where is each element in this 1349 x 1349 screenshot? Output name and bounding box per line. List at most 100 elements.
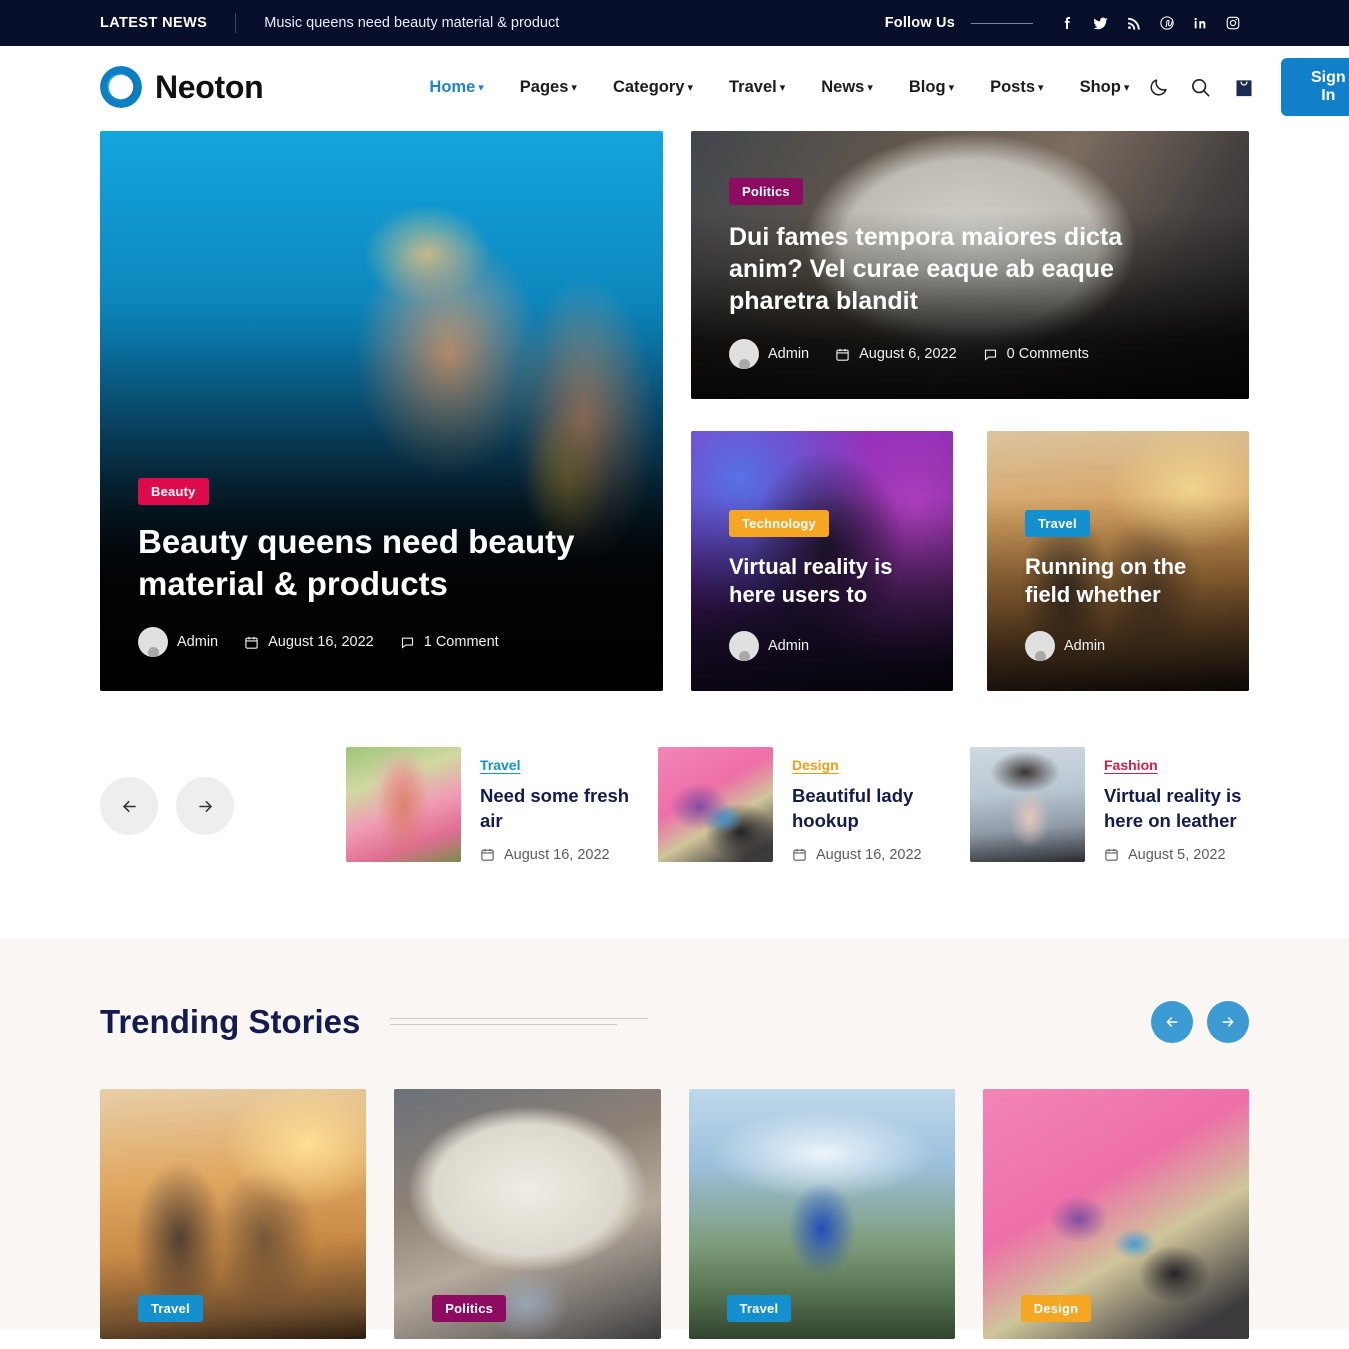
post-text: Fashion Virtual reality is here on leath… (1104, 747, 1274, 863)
carousel-prev-button[interactable] (100, 777, 158, 835)
date-meta: August 16, 2022 (244, 634, 374, 650)
author-name: Admin (768, 638, 810, 654)
pinterest-icon[interactable] (1150, 12, 1183, 34)
carousel-item[interactable]: Fashion Virtual reality is here on leath… (970, 747, 1282, 863)
chevron-down-icon: ▾ (687, 81, 693, 94)
post-title[interactable]: Virtual reality is here on leather (1104, 784, 1274, 834)
main-nav: Home ▾ Pages ▾ Category ▾ Travel ▾ News … (411, 78, 1147, 97)
carousel-next-button[interactable] (176, 777, 234, 835)
post-text: Design Beautiful lady hookup August 16, … (792, 747, 962, 863)
moon-icon[interactable] (1147, 74, 1169, 100)
category-badge[interactable]: Beauty (138, 477, 209, 505)
nav-item-news[interactable]: News ▾ (803, 78, 891, 97)
trending-card[interactable]: Politics (394, 1088, 661, 1339)
chevron-down-icon: ▾ (478, 81, 484, 94)
category-badge[interactable]: Politics (432, 1294, 507, 1322)
category-badge[interactable]: Politics (729, 178, 803, 205)
category-badge[interactable]: Travel (138, 1294, 203, 1322)
comments-text: 0 Comments (1006, 346, 1089, 362)
hero-small-content: Travel Running on the field whether Admi… (987, 509, 1249, 691)
follow-us-group: Follow Us (885, 12, 1249, 34)
shopping-bag-icon[interactable] (1232, 74, 1254, 100)
nav-label: Posts (990, 77, 1036, 96)
comment-icon (983, 347, 998, 362)
category-badge[interactable]: Travel (726, 1294, 792, 1322)
latest-news-group: LATEST NEWS Music queens need beauty mat… (100, 13, 559, 33)
follow-us-rule (971, 22, 1033, 24)
post-title[interactable]: Beautiful lady hookup (792, 784, 962, 834)
hero-small-title[interactable]: Running on the field whether (1025, 553, 1211, 609)
instagram-icon[interactable] (1216, 12, 1249, 34)
search-icon[interactable] (1189, 74, 1212, 100)
nav-item-category[interactable]: Category ▾ (595, 78, 711, 97)
nav-item-posts[interactable]: Posts ▾ (972, 78, 1061, 97)
hero-feature-meta: Admin August 6, 2022 0 Comments (729, 339, 1211, 369)
comments-meta: 1 Comment (400, 634, 499, 650)
carousel-item[interactable]: Design Beautiful lady hookup August 16, … (658, 747, 970, 863)
hero-small-meta: Admin (729, 631, 915, 661)
section-title: Trending Stories (100, 1002, 361, 1040)
carousel-arrows (100, 777, 346, 835)
nav-item-pages[interactable]: Pages ▾ (502, 78, 595, 97)
category-badge[interactable]: Design (1020, 1294, 1092, 1322)
hero-main-card[interactable]: Beauty Beauty queens need beauty materia… (100, 131, 663, 691)
trending-next-button[interactable] (1207, 1000, 1249, 1043)
title-rule (390, 1018, 649, 1026)
linkedin-icon[interactable] (1183, 12, 1216, 34)
category-link[interactable]: Travel (480, 757, 520, 773)
post-date: August 5, 2022 (1104, 847, 1274, 863)
header-actions: Sign In (1147, 58, 1349, 116)
chevron-down-icon: ▾ (571, 81, 577, 94)
comment-icon (400, 635, 415, 650)
twitter-icon[interactable] (1084, 12, 1117, 34)
trending-card[interactable]: Travel (100, 1088, 367, 1339)
chevron-down-icon: ▾ (867, 81, 873, 94)
social-links (1051, 12, 1249, 34)
trending-card[interactable]: Travel (688, 1088, 955, 1339)
nav-item-shop[interactable]: Shop ▾ (1062, 78, 1148, 97)
category-link[interactable]: Fashion (1104, 757, 1158, 773)
hero-feature-card[interactable]: Politics Dui fames tempora maiores dicta… (691, 131, 1249, 399)
post-title[interactable]: Need some fresh air (480, 784, 650, 834)
avatar (729, 631, 759, 661)
hero-small-card-travel[interactable]: Travel Running on the field whether Admi… (987, 431, 1249, 691)
hero-small-card-technology[interactable]: Technology Virtual reality is here users… (691, 431, 953, 691)
trending-arrows (1151, 1000, 1249, 1043)
hero-right-column: Politics Dui fames tempora maiores dicta… (691, 131, 1249, 691)
rss-icon[interactable] (1117, 12, 1150, 34)
hero-main-meta: Admin August 16, 2022 1 Comment (138, 627, 625, 657)
chevron-down-icon: ▾ (1038, 81, 1044, 94)
latest-news-headline[interactable]: Music queens need beauty material & prod… (264, 15, 559, 31)
hero-small-content: Technology Virtual reality is here users… (691, 509, 953, 691)
sign-in-button[interactable]: Sign In (1280, 58, 1349, 116)
carousel-item[interactable]: Travel Need some fresh air August 16, 20… (346, 747, 658, 863)
author-name: Admin (177, 634, 219, 650)
trending-stories-section: Trending Stories Travel Politics Travel … (0, 938, 1349, 1339)
facebook-icon[interactable] (1051, 12, 1084, 34)
author-meta: Admin (729, 339, 809, 369)
date-text: August 16, 2022 (504, 846, 610, 863)
nav-label: News (821, 77, 865, 96)
trending-prev-button[interactable] (1151, 1000, 1193, 1043)
post-thumbnail (658, 747, 773, 862)
trending-card[interactable]: Design (982, 1088, 1249, 1339)
author-meta: Admin (729, 631, 809, 661)
nav-item-home[interactable]: Home ▾ (411, 78, 501, 97)
hero-feature-title[interactable]: Dui fames tempora maiores dicta anim? Ve… (729, 221, 1199, 317)
calendar-icon (792, 847, 807, 862)
brand-logo[interactable]: Neoton (100, 66, 264, 108)
category-badge[interactable]: Travel (1025, 509, 1090, 537)
hero-main-title[interactable]: Beauty queens need beauty material & pro… (138, 521, 608, 605)
category-link[interactable]: Design (792, 757, 839, 773)
hero-small-title[interactable]: Virtual reality is here users to (729, 553, 915, 609)
post-thumbnail (346, 747, 461, 862)
nav-item-blog[interactable]: Blog ▾ (891, 78, 972, 97)
divider (235, 13, 237, 33)
date-meta: August 6, 2022 (835, 346, 957, 362)
date-text: August 16, 2022 (816, 846, 922, 863)
post-date: August 16, 2022 (480, 847, 650, 863)
post-text: Travel Need some fresh air August 16, 20… (480, 747, 650, 863)
nav-item-travel[interactable]: Travel ▾ (711, 78, 803, 97)
comments-meta: 0 Comments (983, 346, 1089, 362)
category-badge[interactable]: Technology (729, 509, 829, 537)
